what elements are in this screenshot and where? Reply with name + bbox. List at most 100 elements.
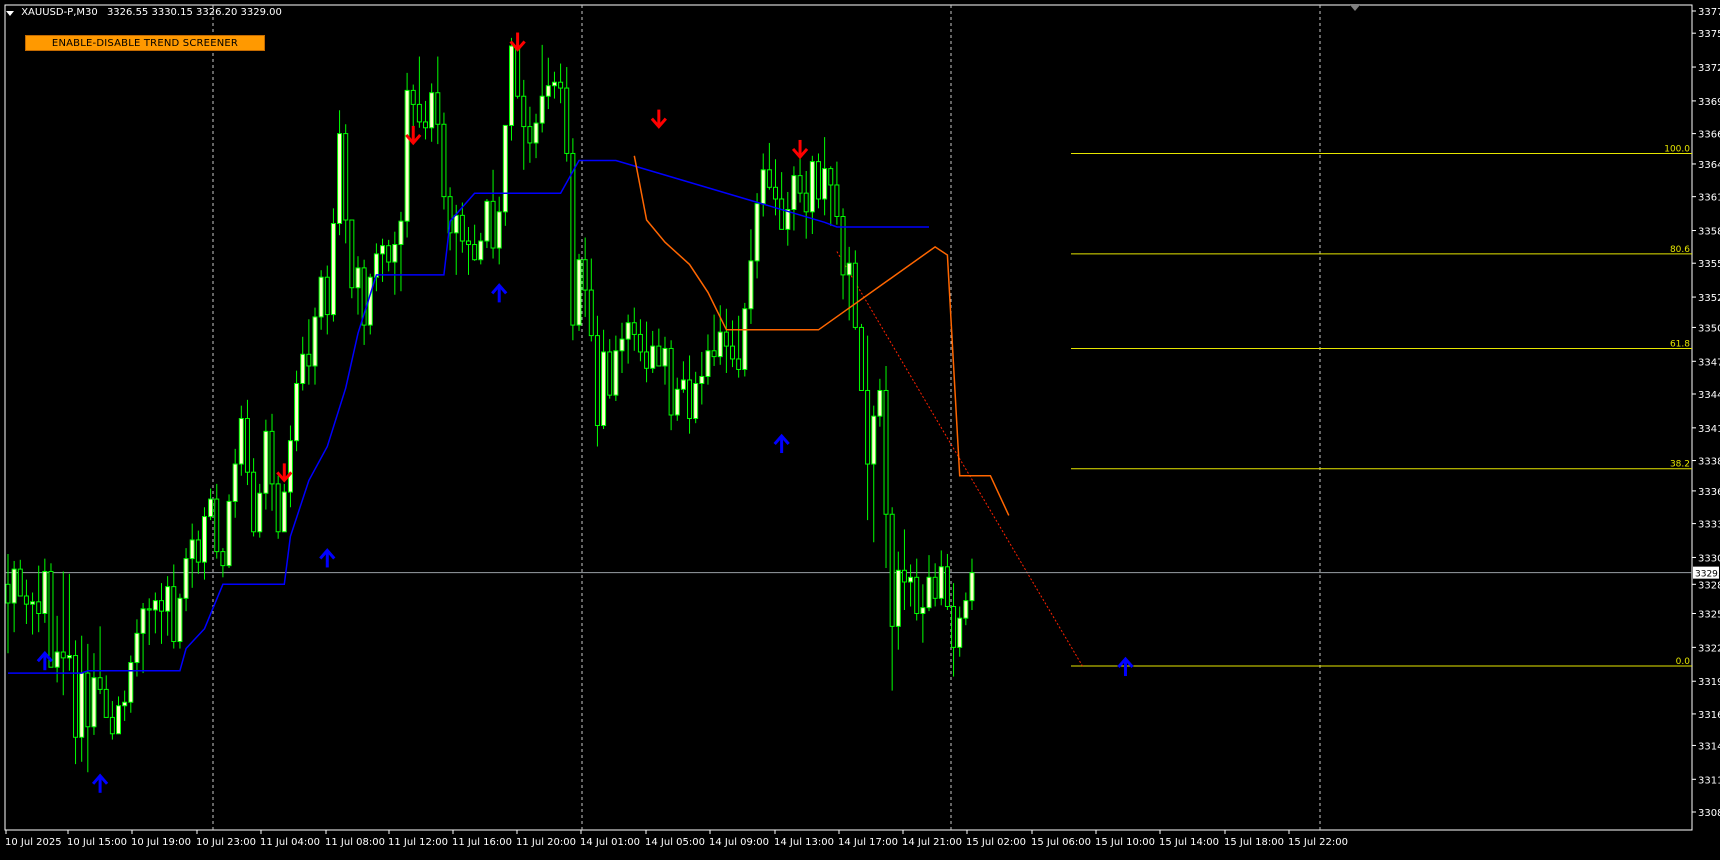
candle bbox=[91, 653, 97, 735]
chart-menu-triangle-icon[interactable] bbox=[6, 10, 14, 16]
candle bbox=[766, 142, 772, 190]
candle-body bbox=[969, 572, 975, 602]
candle-body bbox=[674, 388, 680, 416]
candle bbox=[809, 155, 815, 235]
candle bbox=[558, 63, 564, 104]
candle bbox=[779, 172, 785, 230]
candle-body bbox=[30, 601, 36, 605]
candle-body bbox=[5, 583, 11, 604]
candle-body bbox=[564, 87, 570, 154]
candle bbox=[748, 229, 754, 324]
candle-body bbox=[343, 133, 349, 221]
chart-window[interactable]: 100.080.661.838.20.03377.13375.23372.333… bbox=[0, 0, 1720, 860]
candle bbox=[134, 619, 140, 677]
candle bbox=[650, 330, 656, 373]
candle-body bbox=[631, 322, 637, 335]
candle-body bbox=[773, 186, 778, 200]
candle-body bbox=[963, 600, 969, 619]
candle bbox=[195, 530, 201, 574]
candle-body bbox=[91, 677, 97, 728]
candle-body bbox=[736, 358, 742, 370]
candle bbox=[637, 319, 643, 362]
candle-body bbox=[466, 240, 471, 246]
candle-body bbox=[877, 389, 883, 417]
enable-disable-trend-screener-button[interactable]: ENABLE-DISABLE TREND SCREENER bbox=[25, 35, 265, 51]
price-label: 3364.0 bbox=[1698, 160, 1720, 171]
candle-body bbox=[459, 214, 465, 242]
candle bbox=[828, 166, 834, 226]
candle bbox=[797, 152, 803, 203]
time-label: 14 Jul 05:00 bbox=[645, 837, 705, 848]
candle bbox=[318, 270, 324, 330]
candle-body bbox=[594, 335, 600, 427]
candle bbox=[208, 488, 214, 521]
candle-body bbox=[214, 498, 220, 553]
candle-body bbox=[171, 586, 177, 643]
candle-body bbox=[914, 576, 920, 615]
candle bbox=[324, 265, 330, 335]
price-label: 3361.2 bbox=[1698, 193, 1720, 204]
time-label: 15 Jul 10:00 bbox=[1095, 837, 1155, 848]
candle-body bbox=[251, 471, 257, 533]
candle bbox=[459, 202, 465, 253]
candle bbox=[269, 413, 275, 511]
candle-body bbox=[11, 568, 17, 604]
price-label: 3344.3 bbox=[1698, 390, 1720, 401]
candle bbox=[337, 110, 343, 236]
price-label: 3358.3 bbox=[1698, 227, 1720, 238]
candle-body bbox=[36, 601, 42, 615]
price-label: 3330.3 bbox=[1698, 553, 1720, 564]
candle-body bbox=[895, 569, 901, 627]
candle bbox=[398, 211, 404, 292]
candle bbox=[730, 320, 736, 368]
candle-body bbox=[613, 350, 619, 396]
candle bbox=[11, 560, 17, 633]
candle-body bbox=[429, 92, 435, 129]
price-label: 3316.9 bbox=[1698, 710, 1720, 721]
candle bbox=[938, 550, 944, 606]
candle-body bbox=[423, 121, 429, 129]
candle bbox=[877, 378, 883, 427]
candle-body bbox=[195, 539, 201, 563]
candle-body bbox=[803, 192, 809, 213]
price-label: 3314.2 bbox=[1698, 741, 1720, 752]
ohlc-values: 3326.55 3330.15 3326.20 3329.00 bbox=[106, 7, 282, 18]
candle bbox=[582, 237, 588, 317]
candle-body bbox=[349, 219, 355, 289]
candle-body bbox=[582, 259, 588, 291]
buy-arrow-up-icon bbox=[319, 548, 336, 568]
candle bbox=[687, 355, 693, 434]
candle-body bbox=[398, 220, 404, 246]
candle-body bbox=[865, 389, 871, 465]
candle bbox=[42, 558, 48, 623]
candle bbox=[711, 314, 717, 366]
chart-header: XAUUSD-P,M30 3326.55 3330.15 3326.20 332… bbox=[6, 6, 282, 20]
candle-body bbox=[828, 168, 834, 186]
candle-body bbox=[318, 276, 324, 318]
candle bbox=[545, 57, 551, 110]
candle-body bbox=[410, 89, 416, 105]
price-label: 3350.0 bbox=[1698, 323, 1720, 334]
candle-body bbox=[116, 705, 122, 735]
candle bbox=[785, 191, 791, 246]
candle bbox=[79, 635, 85, 762]
candle bbox=[625, 314, 631, 364]
candle-body bbox=[625, 322, 631, 340]
candle-body bbox=[797, 175, 803, 194]
candle bbox=[294, 370, 300, 452]
candle-body bbox=[852, 262, 858, 328]
candle-body bbox=[619, 338, 625, 352]
candle bbox=[901, 529, 907, 610]
candle-body bbox=[478, 240, 484, 261]
fib-level-label: 0.0 bbox=[1676, 657, 1691, 667]
candle bbox=[17, 559, 23, 597]
candle-body bbox=[392, 244, 398, 263]
candle bbox=[484, 198, 490, 249]
price-label: 3352.6 bbox=[1698, 293, 1720, 304]
candle bbox=[644, 321, 650, 383]
time-label: 11 Jul 04:00 bbox=[260, 837, 320, 848]
candle bbox=[300, 336, 306, 391]
candle bbox=[251, 458, 257, 537]
candle-body bbox=[680, 379, 686, 390]
price-chart[interactable]: 100.080.661.838.20.03377.13375.23372.333… bbox=[0, 0, 1720, 860]
